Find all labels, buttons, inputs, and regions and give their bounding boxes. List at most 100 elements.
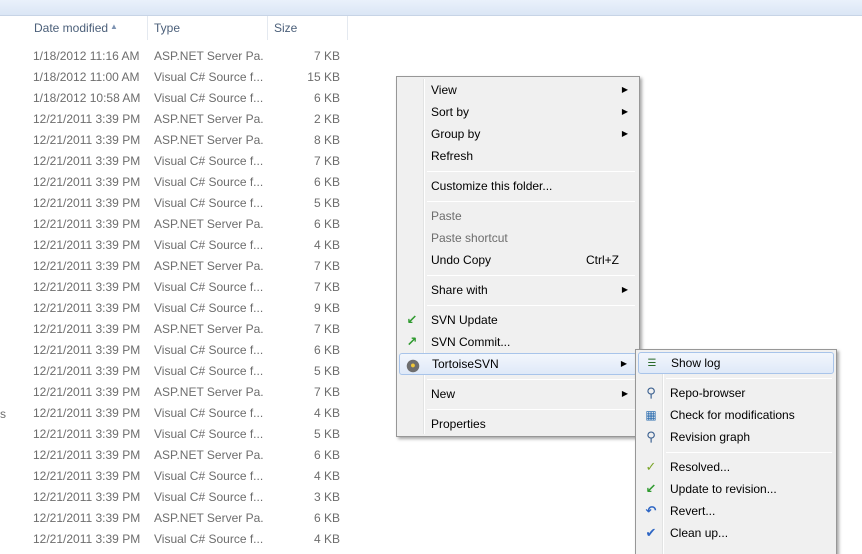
menu-item-clean-up[interactable]: ✔ Clean up...	[638, 522, 834, 544]
menu-item-undo-copy[interactable]: Undo Copy Ctrl+Z	[399, 249, 637, 271]
menu-item-customize-folder[interactable]: Customize this folder...	[399, 175, 637, 197]
menu-item-refresh[interactable]: Refresh	[399, 145, 637, 167]
menu-separator	[666, 452, 832, 453]
menu-item-view[interactable]: View ▶	[399, 79, 637, 101]
clean-up-icon: ✔	[645, 525, 657, 540]
check-modifications-icon: ▦	[645, 408, 657, 422]
file-date: 12/21/2011 3:39 PM	[33, 406, 141, 420]
file-row[interactable]: 12/21/2011 3:39 PM ASP.NET Server Pa... 2 …	[0, 109, 400, 130]
file-row[interactable]: 12/21/2011 3:39 PM ASP.NET Server Pa... 6 …	[0, 214, 400, 235]
file-size: 6 KB	[313, 91, 340, 105]
menu-item-label: Revert...	[670, 504, 716, 518]
menu-item-revision-graph[interactable]: ⚲ Revision graph	[638, 426, 834, 448]
file-rows: 1/18/2012 11:16 AM ASP.NET Server Pa... 7 …	[0, 46, 400, 550]
column-header-size[interactable]: Size	[268, 16, 348, 40]
menu-item-label: New	[431, 387, 456, 401]
revision-graph-icon: ⚲	[646, 429, 656, 444]
column-header-type[interactable]: Type	[148, 16, 268, 40]
file-row[interactable]: 1/18/2012 10:58 AM Visual C# Source f... 6…	[0, 88, 400, 109]
file-row[interactable]: 12/21/2011 3:39 PM Visual C# Source f... 5…	[0, 193, 400, 214]
file-row[interactable]: 12/21/2011 3:39 PM Visual C# Source f... 7…	[0, 151, 400, 172]
file-type: ASP.NET Server Pa...	[154, 133, 264, 147]
column-header-date-modified[interactable]: Date modified ▲	[28, 16, 148, 40]
menu-item-new[interactable]: New ▶	[399, 383, 637, 405]
green-arrow-down-icon: ↙	[406, 312, 418, 327]
file-type: Visual C# Source f...	[154, 70, 264, 84]
menu-item-label: Revision graph	[670, 430, 751, 444]
file-row[interactable]: 12/21/2011 3:39 PM Visual C# Source f... 4…	[0, 529, 400, 550]
file-row[interactable]: 12/21/2011 3:39 PM Visual C# Source f... 4…	[0, 466, 400, 487]
menu-item-resolved[interactable]: ✓ Resolved...	[638, 456, 834, 478]
menu-item-group-by[interactable]: Group by ▶	[399, 123, 637, 145]
file-type: Visual C# Source f...	[154, 301, 264, 315]
file-row[interactable]: 12/21/2011 3:39 PM ASP.NET Server Pa... 8 …	[0, 130, 400, 151]
file-row[interactable]: 12/21/2011 3:39 PM Visual C# Source f... 6…	[0, 172, 400, 193]
file-row[interactable]: 12/21/2011 3:39 PM ASP.NET Server Pa... 7 …	[0, 256, 400, 277]
file-type: ASP.NET Server Pa...	[154, 385, 264, 399]
menu-item-properties[interactable]: Properties	[399, 413, 637, 435]
file-row[interactable]: 12/21/2011 3:39 PM Visual C# Source f... 4…	[0, 403, 400, 424]
size-label: Size	[274, 21, 298, 35]
file-type: ASP.NET Server Pa...	[154, 112, 264, 126]
menu-item-label: Repo-browser	[670, 386, 746, 400]
file-size: 5 KB	[313, 427, 340, 441]
file-row[interactable]: 12/21/2011 3:39 PM ASP.NET Server Pa... 6 …	[0, 508, 400, 529]
file-type: ASP.NET Server Pa...	[154, 511, 264, 525]
menu-item-repo-browser[interactable]: ⚲ Repo-browser	[638, 382, 834, 404]
file-size: 7 KB	[313, 385, 340, 399]
file-row[interactable]: 12/21/2011 3:39 PM Visual C# Source f... 7…	[0, 277, 400, 298]
file-size: 8 KB	[313, 133, 340, 147]
file-size: 15 KB	[307, 70, 340, 84]
file-row[interactable]: 12/21/2011 3:39 PM Visual C# Source f... 5…	[0, 424, 400, 445]
resolved-check-icon: ✓	[645, 459, 657, 474]
menu-item-revert[interactable]: ↶ Revert...	[638, 500, 834, 522]
file-date: 12/21/2011 3:39 PM	[33, 280, 141, 294]
tortoise-icon: ●	[405, 357, 421, 373]
file-row[interactable]: 12/21/2011 3:39 PM Visual C# Source f... 4…	[0, 235, 400, 256]
file-type: ASP.NET Server Pa...	[154, 259, 264, 273]
file-row[interactable]: 12/21/2011 3:39 PM Visual C# Source f... 6…	[0, 340, 400, 361]
menu-item-label: TortoiseSVN	[432, 357, 499, 371]
menu-item-svn-update[interactable]: ↙ SVN Update	[399, 309, 637, 331]
menu-item-share-with[interactable]: Share with ▶	[399, 279, 637, 301]
file-date: 12/21/2011 3:39 PM	[33, 448, 141, 462]
file-size: 5 KB	[313, 364, 340, 378]
menu-separator	[427, 171, 635, 172]
file-type: Visual C# Source f...	[154, 532, 264, 546]
menu-separator	[427, 275, 635, 276]
file-row[interactable]: 12/21/2011 3:39 PM Visual C# Source f... 3…	[0, 487, 400, 508]
file-row[interactable]: 12/21/2011 3:39 PM Visual C# Source f... 9…	[0, 298, 400, 319]
chevron-right-icon: ▶	[620, 359, 627, 368]
file-row[interactable]: 12/21/2011 3:39 PM ASP.NET Server Pa... 7 …	[0, 382, 400, 403]
file-size: 6 KB	[313, 448, 340, 462]
file-type: Visual C# Source f...	[154, 490, 264, 504]
file-row[interactable]: 1/18/2012 11:16 AM ASP.NET Server Pa... 7 …	[0, 46, 400, 67]
file-row[interactable]: 12/21/2011 3:39 PM ASP.NET Server Pa... 7 …	[0, 319, 400, 340]
menu-item-show-log[interactable]: ☰ Show log	[638, 352, 834, 374]
file-row[interactable]: 1/18/2012 11:00 AM Visual C# Source f... 1…	[0, 67, 400, 88]
file-type: Visual C# Source f...	[154, 238, 264, 252]
file-row[interactable]: 12/21/2011 3:39 PM Visual C# Source f... 5…	[0, 361, 400, 382]
file-type: Visual C# Source f...	[154, 343, 264, 357]
file-row[interactable]: 12/21/2011 3:39 PM ASP.NET Server Pa... 6 …	[0, 445, 400, 466]
menu-item-label: Show log	[671, 356, 721, 370]
file-size: 3 KB	[313, 490, 340, 504]
tortoisesvn-submenu: ☰ Show log ⚲ Repo-browser ▦ Check for mo…	[635, 349, 837, 554]
file-size: 5 KB	[313, 196, 340, 210]
menu-item-label: Paste shortcut	[431, 231, 508, 245]
menu-item-update-to-revision[interactable]: ↙ Update to revision...	[638, 478, 834, 500]
menu-item-sort-by[interactable]: Sort by ▶	[399, 101, 637, 123]
menu-item-check-for-modifications[interactable]: ▦ Check for modifications	[638, 404, 834, 426]
file-date: 12/21/2011 3:39 PM	[33, 238, 141, 252]
menu-item-tortoisesvn[interactable]: ● TortoiseSVN ▶	[399, 353, 637, 375]
file-type: ASP.NET Server Pa...	[154, 217, 264, 231]
file-type: ASP.NET Server Pa...	[154, 448, 264, 462]
file-type: Visual C# Source f...	[154, 427, 264, 441]
file-type: Visual C# Source f...	[154, 364, 264, 378]
column-header-bar: Date modified ▲ Type Size	[0, 16, 348, 40]
menu-item-svn-commit[interactable]: ↗ SVN Commit...	[399, 331, 637, 353]
file-date: 12/21/2011 3:39 PM	[33, 385, 141, 399]
file-size: 6 KB	[313, 175, 340, 189]
menu-item-label: Share with	[431, 283, 488, 297]
file-date: 12/21/2011 3:39 PM	[33, 259, 141, 273]
